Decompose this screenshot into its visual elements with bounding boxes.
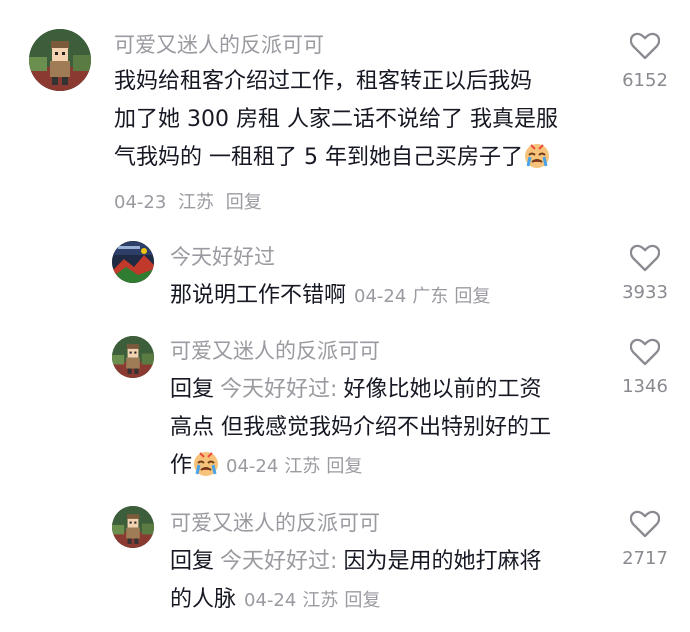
- comment-meta: 04-24 广东 回复: [354, 286, 490, 307]
- cartoon-character-avatar-icon: [112, 506, 154, 548]
- reply-item: 今天好好过 那说明工作不错啊 04-24 广东 回复 3933: [0, 232, 690, 322]
- like-count: 2717: [622, 548, 668, 569]
- comment-meta: 04-24 江苏 回复: [244, 590, 380, 611]
- comment-text: 我妈给租客介绍过工作，租客转正以后我妈 加了她 300 房租 人家二话不说给了 …: [114, 63, 604, 177]
- comment-text-line: 回复 今天好好过: 因为是用的她打麻将: [170, 543, 610, 581]
- comment-location: 江苏: [178, 192, 215, 213]
- comment-text-segment: 因为是用的她打麻将: [343, 549, 542, 574]
- reply-item: 可爱又迷人的反派可可 回复 今天好好过: 因为是用的她打麻将 的人脉 04-24 江苏回…: [0, 494, 690, 632]
- heart-outline-icon[interactable]: [630, 244, 660, 272]
- avatar[interactable]: [112, 506, 154, 548]
- comment-text: 那说明工作不错啊 04-24 广东 回复: [170, 277, 610, 316]
- avatar[interactable]: [29, 29, 91, 91]
- crying-face-emoji-icon: [192, 449, 220, 477]
- comment-text-segment: 气我妈的 一租租了 5 年到她自己买房子了: [114, 145, 523, 170]
- comment-date: 04-23: [114, 192, 167, 213]
- comment-text-line: 加了她 300 房租 人家二话不说给了 我真是服: [114, 107, 558, 132]
- comment-username[interactable]: 可爱又迷人的反派可可: [170, 509, 380, 537]
- cartoon-character-avatar-icon: [29, 29, 91, 91]
- heart-outline-icon[interactable]: [630, 510, 660, 538]
- comment-text-line: 高点 但我感觉我妈介绍不出特别好的工: [170, 415, 551, 440]
- comment-meta: 04-23 江苏 回复: [114, 188, 262, 214]
- comment-text-line: 的人脉 04-24 江苏 回复: [170, 581, 610, 620]
- heart-outline-icon[interactable]: [630, 338, 660, 366]
- comment-item: 可爱又迷人的反派可可 我妈给租客介绍过工作，租客转正以后我妈 加了她 300 房…: [0, 0, 690, 232]
- comment-location: 江苏: [284, 456, 321, 477]
- comment-meta: 04-24 江苏 回复: [226, 456, 362, 477]
- comment-date: 04-24: [244, 590, 297, 611]
- reply-button[interactable]: 回复: [326, 456, 362, 477]
- like-control[interactable]: 3933: [600, 244, 690, 304]
- comment-text: 回复 今天好好过: 因为是用的她打麻将 的人脉 04-24 江苏 回复: [170, 543, 610, 620]
- reply-target-username[interactable]: 今天好好过:: [220, 549, 337, 574]
- like-control[interactable]: 1346: [600, 338, 690, 398]
- reply-button[interactable]: 回复: [454, 286, 490, 307]
- heart-outline-icon[interactable]: [630, 32, 660, 60]
- comment-location: 江苏: [302, 590, 339, 611]
- like-count: 3933: [622, 282, 668, 303]
- comment-text-segment: 的人脉: [170, 587, 237, 612]
- comment-location: 广东: [412, 286, 449, 307]
- reply-prefix: 回复: [170, 377, 215, 402]
- like-control[interactable]: 2717: [600, 510, 690, 570]
- avatar[interactable]: [112, 336, 154, 378]
- comment-text: 回复 今天好好过: 好像比她以前的工资 高点 但我感觉我妈介绍不出特别好的工 作 04…: [170, 371, 610, 486]
- like-count: 1346: [622, 376, 668, 397]
- comment-text-line: 作 04-24 江苏 回复: [170, 447, 610, 486]
- landscape-avatar-icon: [112, 241, 154, 283]
- cartoon-character-avatar-icon: [112, 336, 154, 378]
- comment-date: 04-24: [226, 456, 279, 477]
- comment-date: 04-24: [354, 286, 407, 307]
- reply-button[interactable]: 回复: [226, 192, 262, 213]
- comment-username[interactable]: 可爱又迷人的反派可可: [114, 31, 324, 59]
- comment-text-line: 气我妈的 一租租了 5 年到她自己买房子了: [114, 139, 604, 177]
- like-count: 6152: [622, 70, 668, 91]
- reply-button[interactable]: 回复: [344, 590, 380, 611]
- comment-text-segment: 作: [170, 453, 193, 478]
- comment-text-segment: 好像比她以前的工资: [343, 377, 542, 402]
- avatar[interactable]: [112, 241, 154, 283]
- comment-username[interactable]: 今天好好过: [170, 243, 275, 271]
- comment-text-line: 我妈给租客介绍过工作，租客转正以后我妈: [114, 69, 533, 94]
- comment-text-line: 回复 今天好好过: 好像比她以前的工资: [170, 371, 610, 409]
- comment-username[interactable]: 可爱又迷人的反派可可: [170, 337, 380, 365]
- reply-target-username[interactable]: 今天好好过:: [220, 377, 337, 402]
- like-control[interactable]: 6152: [600, 32, 690, 92]
- crying-face-emoji-icon: [523, 141, 551, 169]
- comment-text-segment: 那说明工作不错啊: [170, 283, 347, 308]
- reply-prefix: 回复: [170, 549, 215, 574]
- reply-item: 可爱又迷人的反派可可 回复 今天好好过: 好像比她以前的工资 高点 但我感觉我妈介绍…: [0, 322, 690, 494]
- comment-text-line: 那说明工作不错啊 04-24 广东 回复: [170, 277, 610, 316]
